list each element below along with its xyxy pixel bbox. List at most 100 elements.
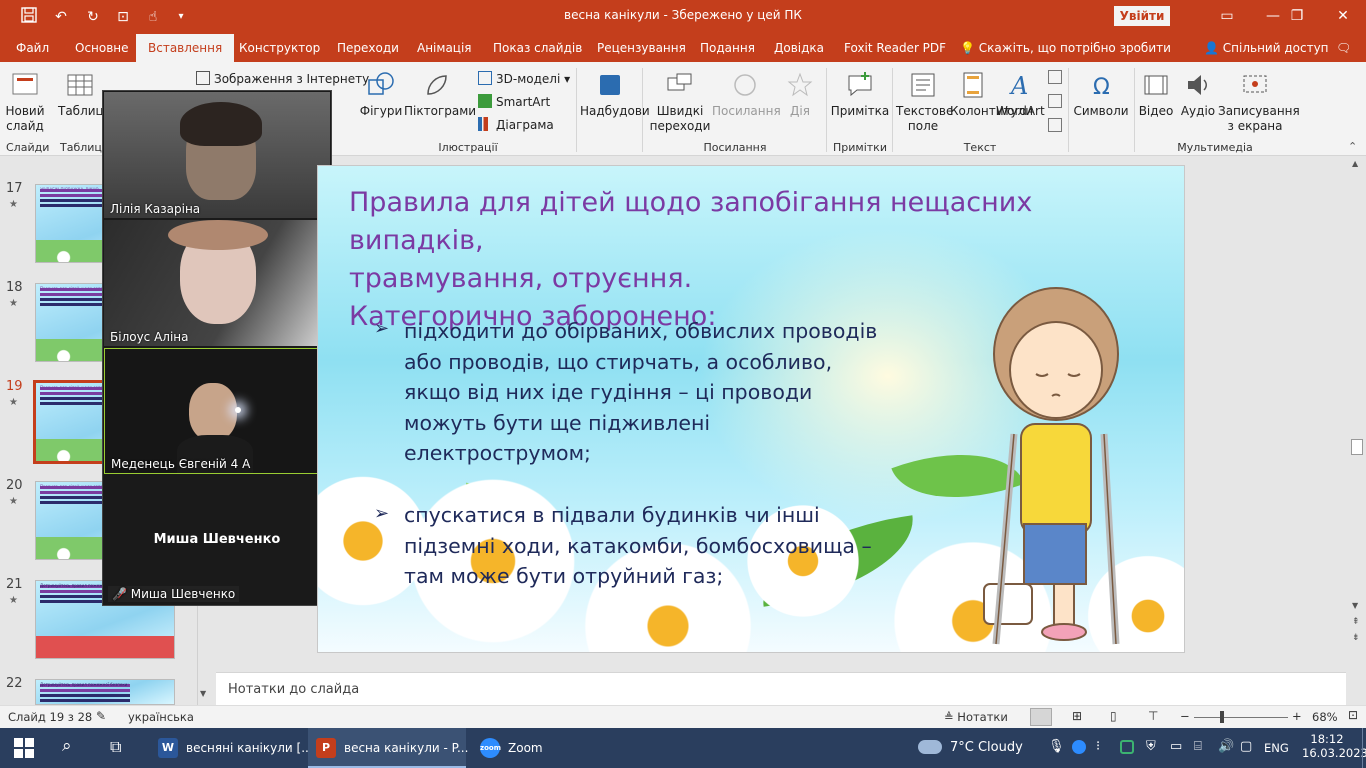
video-tile[interactable]: Лілія Казаріна [104, 92, 330, 218]
speaker-icon [1188, 75, 1207, 95]
notification-area-icons[interactable]: ⁝ [1096, 739, 1100, 754]
taskbar-app-word[interactable]: Wвесняні канікули [... [150, 728, 313, 768]
zoom-level[interactable]: 68% [1312, 710, 1338, 724]
zoom-slider-thumb[interactable] [1220, 711, 1224, 723]
addins-label: Надбудови [580, 104, 650, 118]
tab-animations[interactable]: Анімація [415, 34, 474, 62]
tab-slide-show[interactable]: Показ слайдів [491, 34, 584, 62]
network-icon[interactable]: ⌸ [1194, 739, 1202, 754]
smartart-button[interactable]: SmartArt [478, 94, 550, 109]
chart-button[interactable]: Діаграма [478, 117, 554, 132]
clock-date: 16.03.2023 [1302, 746, 1366, 760]
search-icon[interactable]: ⌕ [62, 736, 72, 756]
screen-recording-button[interactable]: Записування з екрана [1218, 70, 1300, 134]
tab-help[interactable]: Довідка [772, 34, 826, 62]
customize-quick-access-icon[interactable]: ▾ [170, 7, 192, 27]
slide-title[interactable]: Правила для дітей щодо запобігання нещас… [349, 184, 1169, 336]
symbols-button[interactable]: Ω Символи [1072, 70, 1130, 119]
bullet-text-1[interactable]: підходити до обірваних, обвислих проводі… [404, 316, 877, 469]
undo-icon[interactable]: ↶ [50, 7, 72, 27]
video-tile-camera-off[interactable]: Миша Шевченко 🎤̸ Миша Шевченко [104, 476, 330, 604]
slide-canvas[interactable]: Правила для дітей щодо запобігання нещас… [317, 165, 1185, 653]
video-tile-active-speaker[interactable]: Меденець Євгеній 4 А [104, 348, 330, 474]
close-button[interactable]: ✕ [1320, 0, 1366, 34]
notes-toggle-button[interactable]: ≜ Нотатки [944, 710, 1008, 724]
taskbar-app-label: весна канікули - P... [344, 741, 469, 755]
slide-scrollbar[interactable]: ▲ ▼ ⇞ ⇟ [1348, 157, 1366, 705]
comments-icon[interactable]: 🗨 [1334, 34, 1353, 62]
video-button[interactable]: Відео [1136, 70, 1176, 119]
slide-number-icon[interactable] [1048, 94, 1062, 108]
zoom-tray-icon[interactable] [1072, 740, 1086, 754]
zoom-in-button[interactable]: + [1292, 709, 1302, 723]
collapse-ribbon-icon[interactable]: ⌃ [1348, 140, 1357, 153]
tab-foxit[interactable]: Foxit Reader PDF [842, 34, 948, 62]
textbox-button[interactable]: Текстове поле [896, 70, 953, 134]
display-icon[interactable]: ▢ [1240, 739, 1252, 754]
link-button[interactable]: Посилання [712, 70, 781, 119]
bullet-text-2[interactable]: спускатися в підвали будинків чи інші пі… [404, 500, 872, 592]
show-desktop-button[interactable] [1362, 728, 1366, 768]
taskbar-app-zoom[interactable]: zoom Zoom [472, 728, 552, 768]
tab-design[interactable]: Конструктор [237, 34, 322, 62]
tab-file[interactable]: Файл [14, 34, 51, 62]
windows-start-icon[interactable] [14, 738, 34, 758]
reading-view-icon[interactable]: ▯ [1110, 709, 1117, 723]
redo-icon[interactable]: ↻ [82, 7, 104, 27]
tab-review[interactable]: Рецензування [595, 34, 688, 62]
header-footer-button[interactable]: Колонтитули [950, 70, 1033, 119]
task-view-icon[interactable]: ⧉ [110, 737, 121, 757]
shapes-label: Фігури [359, 104, 403, 118]
tab-home[interactable]: Основне [73, 34, 131, 62]
language-indicator[interactable]: українська [128, 710, 194, 724]
clock[interactable]: 18:12 16.03.2023 [1302, 732, 1366, 760]
input-language[interactable]: ENG [1264, 741, 1289, 755]
wordart-button[interactable]: A WordArt [996, 70, 1045, 119]
tab-insert[interactable]: Вставлення [136, 34, 235, 62]
thumbnail-text: Дотримуйтесь правил пожежної безпеки: [40, 682, 129, 687]
date-time-icon[interactable] [1048, 70, 1062, 84]
zoom-video-panel[interactable]: Лілія Казаріна Білоус Аліна Меденець Євг… [102, 90, 332, 606]
participant-name: Меденець Євгеній 4 А [111, 457, 251, 471]
zoom-out-button[interactable]: − [1180, 709, 1190, 723]
action-button[interactable]: Дія [780, 70, 820, 119]
app-tray-icon[interactable] [1120, 740, 1134, 754]
audio-button[interactable]: Аудіо [1178, 70, 1218, 119]
slideshow-view-icon[interactable]: ⊤ [1148, 709, 1158, 723]
save-icon[interactable] [18, 7, 40, 27]
normal-view-icon[interactable] [1030, 708, 1052, 726]
new-slide-button[interactable]: Новий слайд [4, 70, 46, 134]
icons-button[interactable]: Піктограми [404, 70, 476, 119]
tab-transitions[interactable]: Переходи [335, 34, 401, 62]
tell-me-search[interactable]: 💡 Скажіть, що потрібно зробити [958, 34, 1173, 62]
microphone-icon[interactable]: 🎙 [1048, 739, 1065, 754]
shapes-button[interactable]: Фігури [358, 70, 404, 119]
volume-icon[interactable]: 🔊 [1218, 739, 1234, 754]
battery-icon[interactable]: ▭ [1170, 739, 1182, 754]
object-icon[interactable] [1048, 118, 1062, 132]
ribbon-display-options-icon[interactable]: ▭ [1204, 0, 1250, 34]
bullet-arrow-icon: ➢ [374, 318, 390, 339]
notes-pane[interactable]: Нотатки до слайда [216, 672, 1346, 705]
zoom-slider-track[interactable] [1194, 717, 1288, 718]
video-tile[interactable]: Білоус Аліна [104, 220, 330, 346]
slide-sorter-icon[interactable]: ⊞ [1072, 709, 1082, 723]
online-pictures-button[interactable]: Зображення з Інтернету [196, 71, 369, 86]
maximize-button[interactable]: ❐ [1274, 0, 1320, 34]
taskbar-app-powerpoint[interactable]: Pвесна канікули - P... [308, 728, 469, 768]
addins-button[interactable]: Надбудови [580, 70, 650, 119]
sign-in-button[interactable]: Увійти [1114, 6, 1170, 26]
fit-slide-icon[interactable]: ⊡ [1348, 708, 1358, 722]
present-from-start-icon[interactable]: ⊡ [112, 7, 134, 27]
zoom-button[interactable]: Швидкі переходи [648, 70, 712, 134]
tab-view[interactable]: Подання [698, 34, 757, 62]
comment-button[interactable]: Примітка [830, 70, 890, 119]
security-shield-icon[interactable]: ⛨ [1146, 739, 1156, 754]
touch-mode-icon[interactable]: ☝ [142, 7, 164, 27]
slide-thumbnail-22[interactable]: Дотримуйтесь правил пожежної безпеки: [35, 679, 175, 705]
weather-text[interactable]: 7°C Cloudy [950, 740, 1023, 755]
spellcheck-icon[interactable]: ✎ [96, 709, 106, 723]
share-button[interactable]: 👤 Спільний доступ [1202, 34, 1331, 62]
3d-models-button[interactable]: 3D-моделі ▾ [478, 71, 570, 86]
table-button[interactable]: Таблиця [58, 70, 111, 119]
